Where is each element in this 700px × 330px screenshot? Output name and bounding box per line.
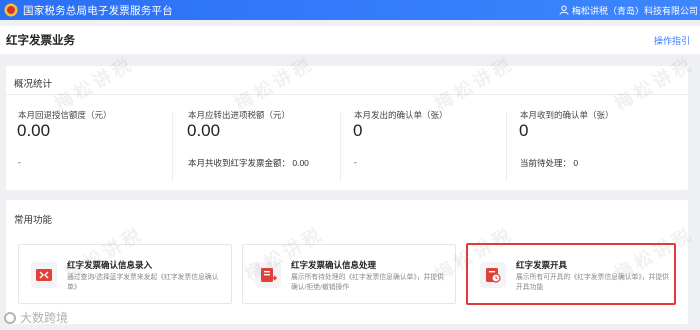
stat-sub: 当前待处理： 0 [520, 158, 579, 168]
watermark-ring-icon [4, 311, 16, 324]
function-cards: 红字发票确认信息录入 通过查询/选择蓝字发票来发起《红字发票信息确认单》 红字发… [6, 243, 688, 314]
overview-title: 概况统计 [14, 79, 53, 90]
footer-watermark-logo: 大数跨境 [4, 309, 68, 326]
invoice-entry-icon [31, 262, 57, 288]
card-title: 红字发票确认信息处理 [291, 260, 377, 270]
app-title: 国家税务总局电子发票服务平台 [23, 4, 173, 17]
stat-value: 0.00 [17, 121, 51, 140]
stat-label: 本月回退授信额度（元） [18, 110, 112, 120]
top-bar: 国家税务总局电子发票服务平台 梅松讲税（青岛）科技有限公司 [0, 0, 700, 20]
invoice-issue-icon [480, 262, 506, 288]
stat-separator [172, 111, 173, 181]
stat-sub: - [18, 157, 21, 167]
functions-panel: 常用功能 红字发票确认信息录入 通过查询/选择蓝字发票来发起《红字发票信息确认单… [6, 200, 688, 324]
page-title: 红字发票业务 [6, 35, 75, 47]
stat-value: 0.00 [187, 121, 221, 140]
user-menu[interactable]: 梅松讲税（青岛）科技有限公司 [559, 0, 698, 20]
card-title: 红字发票确认信息录入 [67, 260, 153, 270]
stats-row: 本月回退授信额度（元） 0.00 - 本月应转出进项税额（元） 0.00 本月共… [6, 101, 688, 201]
card-red-invoice-process[interactable]: 红字发票确认信息处理 展示所有待处理的《红字发票信息确认单》，并提供确认/拒绝/… [242, 244, 456, 304]
card-title: 红字发票开具 [516, 260, 568, 270]
card-description: 展示所有可开具的《红字发票信息确认单》，并提供开具功能 [516, 274, 669, 291]
stat-input-tax-transfer: 本月应转出进项税额（元） 0.00 本月共收到红字发票金额： 0.00 [176, 101, 342, 197]
tax-emblem-logo-icon [4, 3, 18, 17]
page-header: 红字发票业务 操作指引 [0, 26, 700, 54]
card-description: 展示所有待处理的《红字发票信息确认单》，并提供确认/拒绝/撤销操作 [291, 274, 444, 291]
card-red-invoice-issue[interactable]: 红字发票开具 展示所有可开具的《红字发票信息确认单》，并提供开具功能 [466, 243, 676, 305]
stat-refund-credit: 本月回退授信额度（元） 0.00 - [6, 101, 172, 197]
user-icon [559, 5, 569, 15]
footer-logo-text: 大数跨境 [20, 311, 69, 325]
stat-value: 0 [519, 121, 529, 140]
stat-separator [340, 111, 341, 181]
stat-separator [506, 111, 507, 181]
stat-sent-confirmations: 本月发出的确认单（张） 0 - [342, 101, 508, 197]
stat-label: 本月发出的确认单（张） [354, 110, 448, 120]
stat-value: 0 [353, 121, 363, 140]
stat-received-confirmations: 本月收到的确认单（张） 0 当前待处理： 0 [508, 101, 674, 197]
stat-sub: 本月共收到红字发票金额： 0.00 [188, 158, 309, 168]
card-description: 通过查询/选择蓝字发票来发起《红字发票信息确认单》 [67, 274, 219, 291]
user-company-name: 梅松讲税（青岛）科技有限公司 [571, 5, 698, 16]
card-red-invoice-entry[interactable]: 红字发票确认信息录入 通过查询/选择蓝字发票来发起《红字发票信息确认单》 [18, 244, 232, 304]
stat-label: 本月应转出进项税额（元） [188, 110, 291, 120]
invoice-process-icon [255, 262, 281, 288]
stat-label: 本月收到的确认单（张） [520, 110, 614, 120]
divider [6, 94, 688, 95]
functions-title: 常用功能 [14, 215, 53, 226]
stat-sub: - [354, 157, 357, 167]
operation-guide-link[interactable]: 操作指引 [654, 34, 690, 47]
overview-panel: 概况统计 本月回退授信额度（元） 0.00 - 本月应转出进项税额（元） 0.0… [6, 66, 688, 190]
